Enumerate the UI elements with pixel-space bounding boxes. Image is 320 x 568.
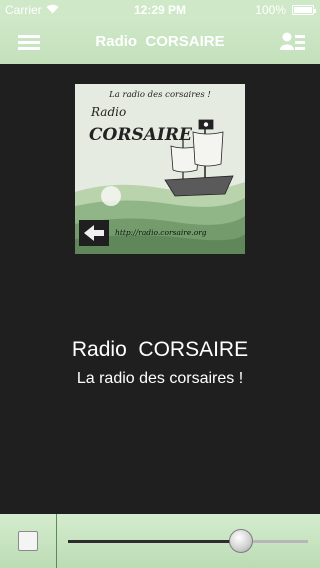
page-title: Radio CORSAIRE <box>95 33 225 50</box>
content-area: La radio des corsaires ! Radio CORSAIRE … <box>0 64 320 514</box>
battery-percentage: 100% <box>255 3 286 17</box>
artwork-word-corsaire: CORSAIRE <box>89 125 193 145</box>
player-bar <box>0 514 320 568</box>
artwork-word-radio: Radio <box>90 105 126 119</box>
artwork-url: http://radio.corsaire.org <box>115 228 207 237</box>
status-bar: Carrier 12:29 PM 100% <box>0 0 320 20</box>
station-name: Radio CORSAIRE <box>71 338 249 361</box>
battery-icon <box>292 5 316 15</box>
volume-slider[interactable] <box>68 529 308 553</box>
contact-list-icon[interactable] <box>280 31 306 53</box>
volume-slider-thumb[interactable] <box>228 529 253 553</box>
station-tagline: La radio des corsaires ! <box>76 370 244 387</box>
artwork-headline: La radio des corsaires ! <box>108 90 211 100</box>
volume-slider-fill <box>68 540 241 543</box>
station-artwork: La radio des corsaires ! Radio CORSAIRE … <box>75 84 245 254</box>
stop-button[interactable] <box>18 531 38 551</box>
stop-cell <box>0 514 57 568</box>
navigation-bar: Radio CORSAIRE <box>0 20 320 64</box>
